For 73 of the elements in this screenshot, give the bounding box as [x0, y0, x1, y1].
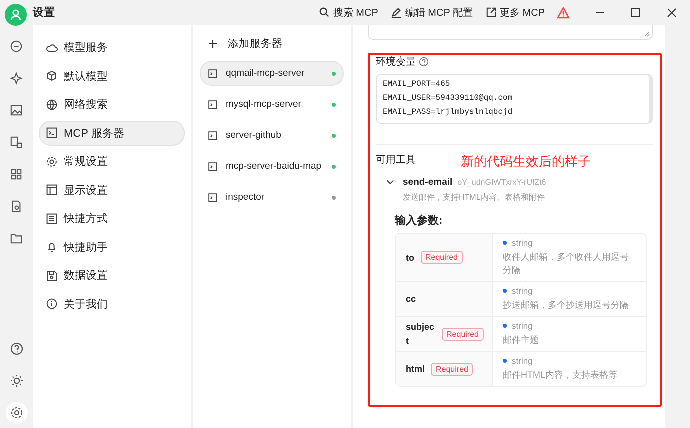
- add-server-button[interactable]: 添加服务器: [200, 33, 344, 55]
- warning-icon[interactable]: [557, 6, 570, 18]
- search-icon: [319, 7, 330, 18]
- annotation-text: 新的代码生效后的样子: [461, 153, 591, 171]
- save-icon: [46, 270, 58, 282]
- env-label: 环境变量: [376, 56, 416, 69]
- chevron-icon[interactable]: [386, 178, 395, 187]
- bell-icon: [46, 241, 58, 254]
- globe-icon: [46, 98, 58, 111]
- terminal-icon: [208, 162, 218, 172]
- search-mcp-button[interactable]: 搜索 MCP: [314, 6, 384, 20]
- settings-menu-item[interactable]: 常规设置: [39, 149, 185, 174]
- bullet-icon: [503, 241, 507, 245]
- server-item[interactable]: mcp-server-baidu-map: [200, 154, 344, 179]
- settings-menu-item[interactable]: 快捷方式: [39, 206, 185, 232]
- tool-description: 发送邮件，支持HTML内容、表格和附件: [403, 192, 546, 203]
- param-type: string: [512, 238, 533, 248]
- settings-menu-item[interactable]: 显示设置: [39, 178, 185, 203]
- resize-grip-icon[interactable]: [644, 31, 650, 37]
- plus-icon: [208, 39, 218, 49]
- param-name: subject: [406, 321, 436, 348]
- keyboard-icon: [46, 212, 58, 225]
- terminal-icon: [208, 192, 218, 202]
- info-icon: [46, 298, 58, 310]
- param-name: to: [406, 252, 414, 264]
- param-description: 抄送邮箱，多个抄送用逗号分隔: [503, 299, 630, 312]
- layout-icon: [46, 184, 58, 196]
- tool-id: oY_udnGIWTxrxY-rUIZt6: [458, 178, 546, 187]
- settings-menu-item[interactable]: 关于我们: [39, 292, 185, 317]
- required-badge: Required: [431, 362, 474, 376]
- param-name: html: [406, 363, 425, 376]
- settings-menu-item[interactable]: 模型服务: [39, 35, 185, 60]
- settings-menu-item[interactable]: 网络搜索: [39, 92, 185, 118]
- required-badge: Required: [442, 328, 484, 340]
- bullet-icon: [503, 359, 507, 363]
- param-description: 邮件HTML内容，支持表格等: [503, 369, 618, 382]
- env-text-area[interactable]: EMAIL_PORT=465 EMAIL_USER=594339110@qq.com EMAIL_PASS=lrjlmbyslnlqbcjd: [376, 74, 653, 124]
- terminal-icon: [208, 100, 218, 110]
- bullet-icon: [503, 324, 507, 328]
- param-type: string: [512, 321, 533, 331]
- settings-menu-item[interactable]: 数据设置: [39, 263, 185, 288]
- maximize-icon[interactable]: [631, 8, 641, 18]
- terminal-icon: [208, 68, 218, 78]
- tools-label: 可用工具: [376, 155, 416, 166]
- settings-icon: [46, 156, 58, 168]
- settings-menu-item[interactable]: MCP 服务器: [39, 120, 185, 146]
- edit-mcp-button[interactable]: 编辑 MCP 配置: [386, 6, 478, 20]
- param-type: string: [512, 356, 533, 366]
- help-icon[interactable]: [419, 57, 429, 67]
- required-badge: Required: [420, 251, 463, 264]
- cube-icon: [46, 70, 58, 82]
- server-item[interactable]: mysql-mcp-server: [200, 92, 344, 117]
- external-link-icon: [486, 7, 497, 18]
- server-item[interactable]: inspector: [200, 185, 344, 210]
- server-item[interactable]: server-github: [200, 123, 344, 148]
- external-mcp-button[interactable]: 更多 MCP: [481, 6, 550, 20]
- pencil-icon: [391, 7, 402, 18]
- close-icon[interactable]: [667, 8, 677, 18]
- params-title: 输入参数:: [395, 214, 444, 228]
- tool-name[interactable]: send-email: [403, 177, 453, 188]
- param-description: 收件人邮箱，多个收件人用逗号分隔: [503, 251, 630, 277]
- settings-menu-item[interactable]: 快捷助手: [39, 234, 185, 260]
- bullet-icon: [503, 289, 507, 293]
- server-item[interactable]: qqmail-mcp-server: [200, 61, 344, 86]
- terminal-icon: [46, 127, 58, 140]
- param-type: string: [512, 286, 533, 296]
- window-title: 设置: [33, 6, 55, 20]
- cloud-icon: [46, 42, 58, 54]
- param-description: 邮件主题: [503, 334, 540, 347]
- settings-icon[interactable]: [6, 402, 28, 424]
- settings-menu-item[interactable]: 默认模型: [39, 64, 185, 89]
- param-name: cc: [406, 293, 416, 306]
- terminal-icon: [208, 130, 218, 140]
